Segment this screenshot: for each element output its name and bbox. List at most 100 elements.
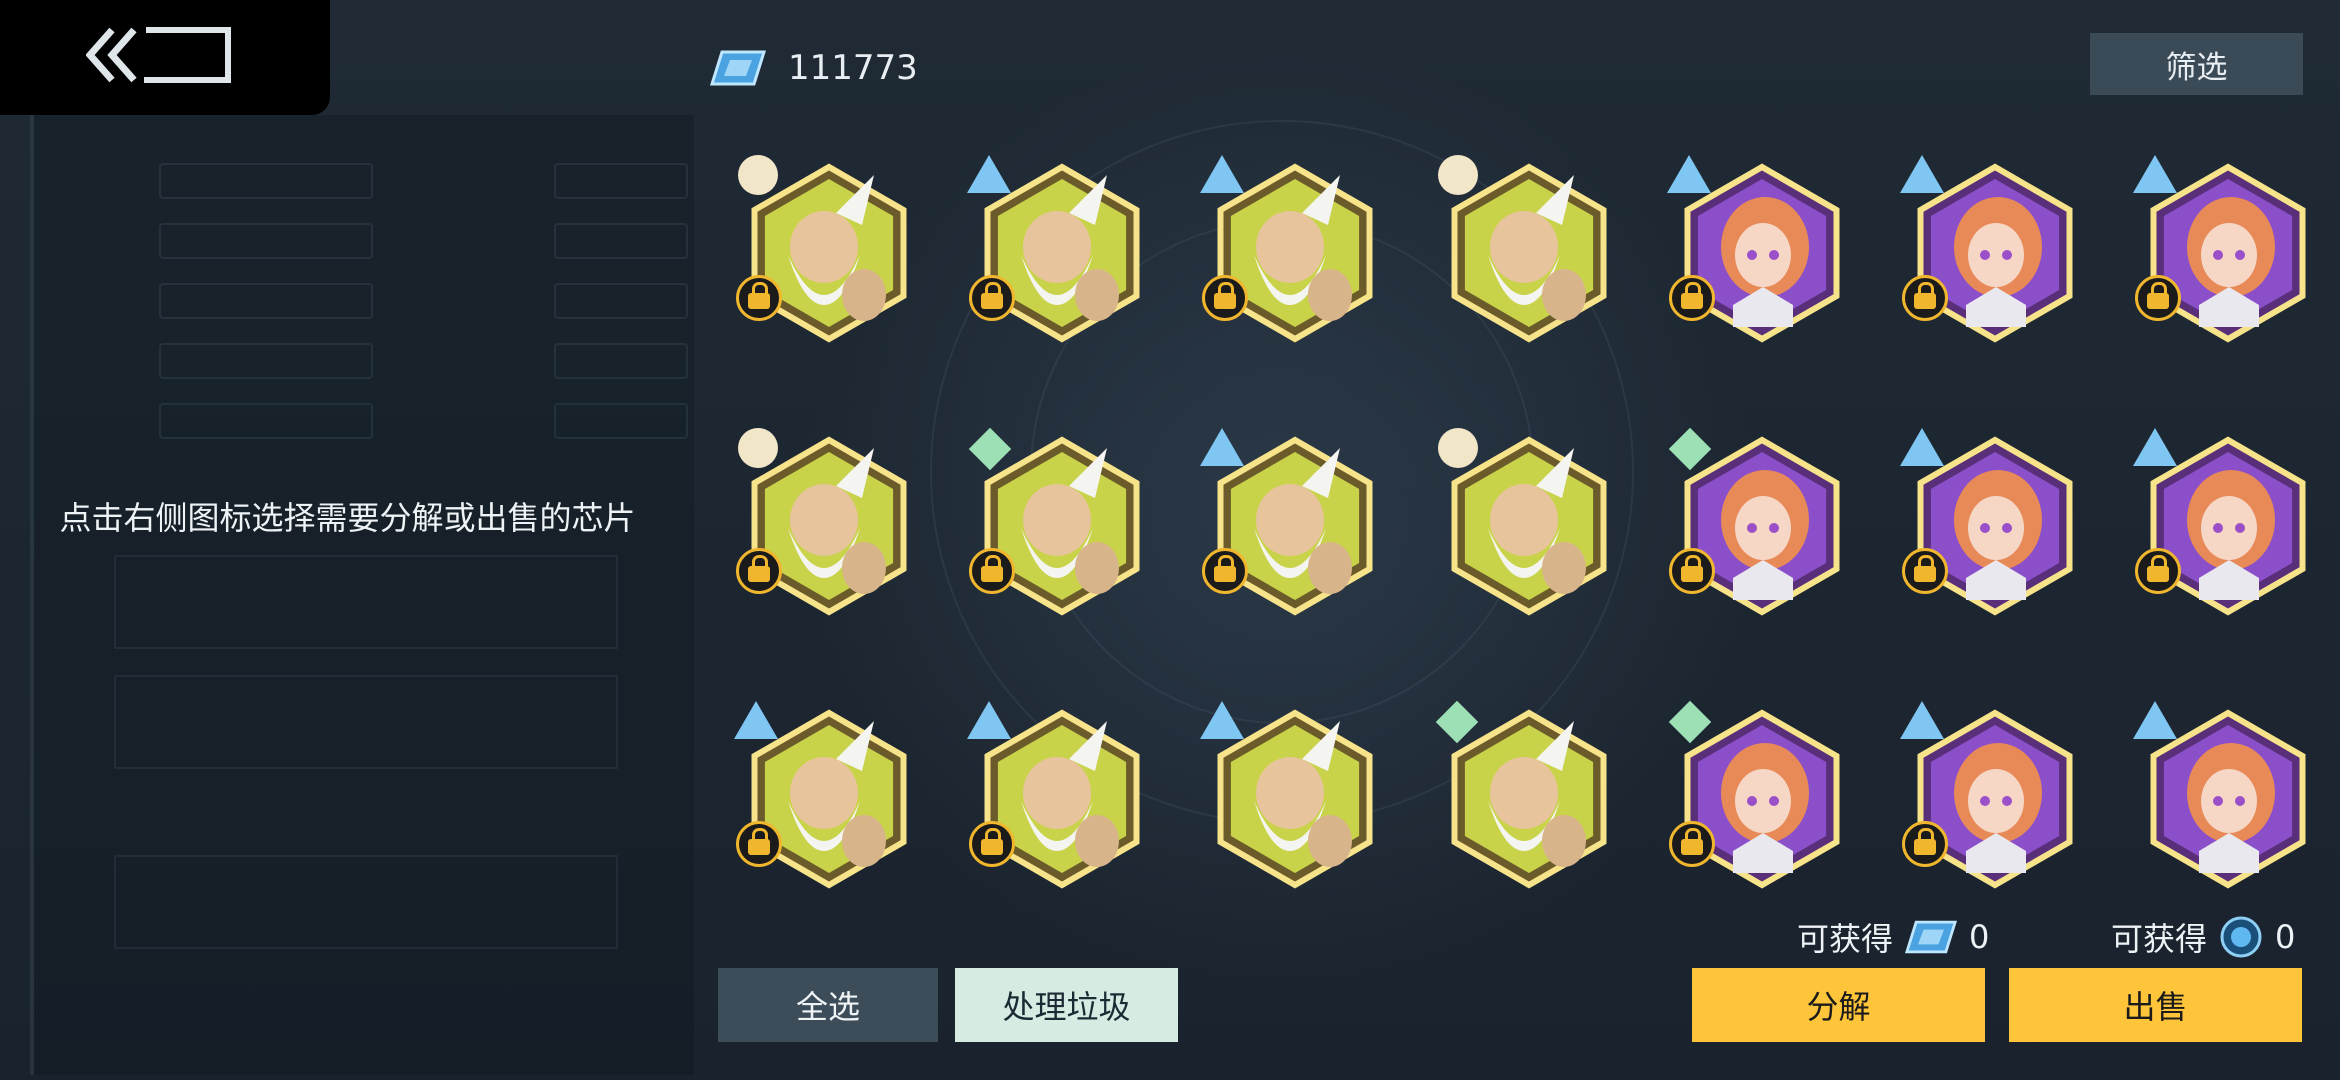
rarity-triangle-icon: [1667, 155, 1711, 193]
select-all-button[interactable]: 全选: [718, 968, 938, 1042]
lock-icon[interactable]: [736, 275, 782, 321]
lock-icon[interactable]: [1202, 275, 1248, 321]
chip-card-elder-sage[interactable]: [957, 155, 1147, 345]
lock-icon[interactable]: [1669, 821, 1715, 867]
rarity-triangle-icon: [1900, 701, 1944, 739]
rarity-triangle-icon: [2133, 428, 2177, 466]
lock-icon[interactable]: [1902, 275, 1948, 321]
chip-card-elder-sage[interactable]: [1190, 428, 1380, 618]
selection-hint: 点击右侧图标选择需要分解或出售的芯片: [59, 499, 636, 537]
decor-slot: [554, 343, 688, 379]
decor-slot: [159, 343, 373, 379]
rarity-triangle-icon: [1900, 155, 1944, 193]
lock-glyph: [981, 828, 1003, 855]
decor-slot: [159, 163, 373, 199]
chip-card-elder-sage[interactable]: [1190, 155, 1380, 345]
rarity-triangle-icon: [1200, 155, 1244, 193]
chip-card-elder-sage[interactable]: [1424, 155, 1614, 345]
chip-card-elder-sage[interactable]: [724, 155, 914, 345]
lock-icon[interactable]: [1902, 548, 1948, 594]
gain-label: 可获得: [1797, 920, 1894, 958]
lock-glyph: [1681, 282, 1703, 309]
decor-circuit: [114, 555, 618, 649]
chip-card-orange-hair-girl[interactable]: [1890, 428, 2080, 618]
lock-icon[interactable]: [1669, 548, 1715, 594]
lock-glyph: [748, 828, 770, 855]
rarity-triangle-icon: [734, 701, 778, 739]
process-trash-button[interactable]: 处理垃圾: [955, 968, 1178, 1042]
gain-label: 可获得: [2111, 920, 2208, 958]
chip-card-orange-hair-girl[interactable]: [1890, 155, 2080, 345]
chip-card-elder-sage[interactable]: [724, 428, 914, 618]
chip-card-elder-sage[interactable]: [1190, 701, 1380, 891]
chip-card-elder-sage[interactable]: [957, 427, 1147, 618]
chip-card-orange-hair-girl[interactable]: [2123, 428, 2313, 618]
lock-glyph: [981, 555, 1003, 582]
lock-glyph: [2147, 282, 2169, 309]
rarity-circle-icon: [1438, 428, 1478, 468]
chip-ticket-icon: [1905, 920, 1958, 954]
rarity-triangle-icon: [1200, 701, 1244, 739]
lock-icon[interactable]: [969, 275, 1015, 321]
rarity-triangle-icon: [1200, 428, 1244, 466]
lock-glyph: [981, 282, 1003, 309]
chip-card-orange-hair-girl[interactable]: [2123, 701, 2313, 891]
decompose-button[interactable]: 分解: [1692, 968, 1985, 1042]
chip-card-elder-sage[interactable]: [1424, 428, 1614, 618]
lock-glyph: [1214, 282, 1236, 309]
lock-icon[interactable]: [1669, 275, 1715, 321]
chip-card-orange-hair-girl[interactable]: [1657, 155, 1847, 345]
currency-amount: 111773: [788, 48, 918, 88]
decor-circuit: [114, 675, 618, 769]
rarity-triangle-icon: [967, 701, 1011, 739]
lock-icon[interactable]: [736, 821, 782, 867]
chip-card-elder-sage[interactable]: [957, 701, 1147, 891]
chip-card-orange-hair-girl[interactable]: [1890, 701, 2080, 891]
filter-button[interactable]: 筛选: [2090, 33, 2303, 95]
blue-orb-icon: [2220, 916, 2262, 958]
back-button[interactable]: [0, 0, 330, 115]
lock-glyph: [1214, 555, 1236, 582]
rarity-triangle-icon: [967, 155, 1011, 193]
lock-glyph: [1914, 555, 1936, 582]
decor-slot: [554, 283, 688, 319]
lock-icon[interactable]: [1202, 548, 1248, 594]
chip-card-orange-hair-girl[interactable]: [1657, 427, 1847, 618]
lock-glyph: [2147, 555, 2169, 582]
chip-card-orange-hair-girl[interactable]: [1657, 700, 1847, 891]
chip-card-elder-sage[interactable]: [724, 701, 914, 891]
gain-value: 0: [1969, 918, 1990, 956]
rarity-circle-icon: [738, 155, 778, 195]
lock-icon[interactable]: [736, 548, 782, 594]
decor-slot: [554, 163, 688, 199]
chip-card-elder-sage[interactable]: [1424, 700, 1614, 891]
rarity-circle-icon: [738, 428, 778, 468]
lock-glyph: [1914, 282, 1936, 309]
chip-card-orange-hair-girl[interactable]: [2123, 155, 2313, 345]
gain-ticket: 可获得 0: [1797, 912, 1989, 962]
left-panel: [30, 115, 694, 1075]
lock-glyph: [1681, 555, 1703, 582]
lock-glyph: [1681, 828, 1703, 855]
sell-button[interactable]: 出售: [2009, 968, 2302, 1042]
decor-circuit: [114, 855, 618, 949]
lock-icon[interactable]: [2135, 548, 2181, 594]
back-arrow-icon: [86, 27, 231, 83]
lock-icon[interactable]: [1902, 821, 1948, 867]
lock-icon[interactable]: [969, 548, 1015, 594]
lock-glyph: [748, 282, 770, 309]
decor-slot: [159, 403, 373, 439]
rarity-circle-icon: [1438, 155, 1478, 195]
lock-icon[interactable]: [969, 821, 1015, 867]
gain-orb: 可获得 0: [2111, 912, 2295, 962]
rarity-triangle-icon: [2133, 155, 2177, 193]
decor-slot: [554, 403, 688, 439]
rarity-triangle-icon: [1900, 428, 1944, 466]
currency-display: 111773: [710, 44, 918, 92]
rarity-triangle-icon: [2133, 701, 2177, 739]
lock-glyph: [1914, 828, 1936, 855]
lock-icon[interactable]: [2135, 275, 2181, 321]
lock-glyph: [748, 555, 770, 582]
decor-slot: [159, 223, 373, 259]
chip-ticket-icon: [710, 50, 766, 86]
